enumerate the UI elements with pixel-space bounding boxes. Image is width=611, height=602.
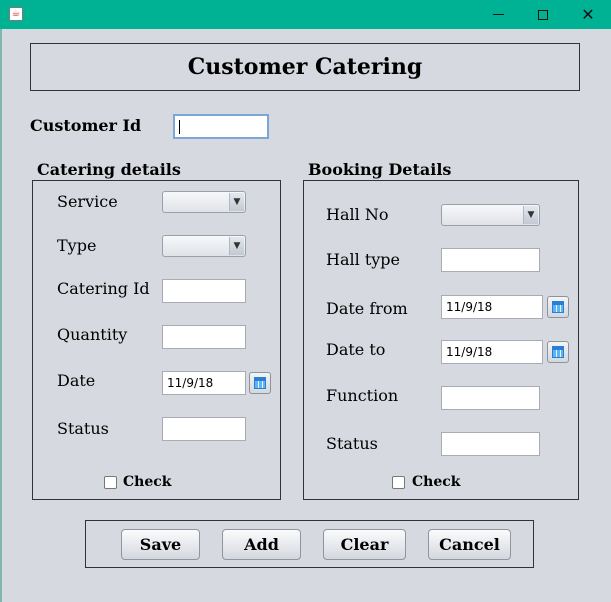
date-label: Date (57, 371, 96, 390)
clear-button[interactable]: Clear (323, 529, 406, 560)
chevron-down-icon: ▼ (229, 193, 244, 211)
maximize-icon (538, 9, 548, 20)
customer-id-input[interactable] (173, 114, 269, 139)
text-caret (179, 119, 180, 134)
add-button[interactable]: Add (222, 529, 301, 560)
booking-status-label: Status (326, 434, 378, 453)
booking-check-label: Check (412, 474, 461, 490)
type-label: Type (57, 236, 97, 255)
header-panel: Customer Catering (30, 43, 580, 91)
date-picker-button[interactable] (249, 372, 271, 394)
catering-check-label: Check (123, 474, 172, 490)
customer-id-label: Customer Id (30, 116, 142, 135)
date-from-picker-button[interactable] (547, 296, 569, 318)
window-edge (0, 29, 2, 602)
minimize-icon (492, 14, 504, 15)
function-label: Function (326, 386, 399, 405)
status-input[interactable] (162, 417, 246, 441)
chevron-down-icon: ▼ (229, 237, 244, 255)
date-from-label: Date from (326, 299, 408, 318)
page-title: Customer Catering (187, 54, 423, 80)
chevron-down-icon: ▼ (523, 206, 538, 224)
catering-id-label: Catering Id (57, 279, 150, 298)
date-to-input[interactable]: 11/9/18 (441, 340, 543, 364)
service-select[interactable]: ▼ (162, 191, 246, 213)
date-to-picker-button[interactable] (547, 341, 569, 363)
window-titlebar: ☕ ✕ (0, 0, 611, 29)
close-button[interactable]: ✕ (565, 0, 611, 29)
minimize-button[interactable] (475, 0, 521, 29)
date-input[interactable]: 11/9/18 (162, 371, 246, 395)
catering-id-input[interactable] (162, 279, 246, 303)
quantity-input[interactable] (162, 325, 246, 349)
type-select[interactable]: ▼ (162, 235, 246, 257)
booking-details-title: Booking Details (308, 160, 452, 179)
java-app-icon: ☕ (9, 7, 23, 21)
calendar-icon (552, 301, 564, 313)
cancel-button[interactable]: Cancel (428, 529, 511, 560)
date-from-input[interactable]: 11/9/18 (441, 295, 543, 319)
catering-details-title: Catering details (37, 160, 181, 179)
hall-type-label: Hall type (326, 250, 400, 269)
hall-type-input[interactable] (441, 248, 540, 272)
catering-check-checkbox[interactable] (104, 476, 117, 489)
close-icon: ✕ (581, 5, 595, 24)
booking-check-checkbox[interactable] (392, 476, 405, 489)
date-to-label: Date to (326, 340, 386, 359)
save-button[interactable]: Save (121, 529, 200, 560)
quantity-label: Quantity (57, 325, 128, 344)
hall-no-select[interactable]: ▼ (441, 204, 540, 226)
hall-no-label: Hall No (326, 205, 389, 224)
maximize-button[interactable] (520, 0, 566, 29)
calendar-icon (552, 346, 564, 358)
function-input[interactable] (441, 386, 540, 410)
status-label: Status (57, 419, 109, 438)
service-label: Service (57, 192, 118, 211)
booking-status-input[interactable] (441, 432, 540, 456)
calendar-icon (254, 377, 266, 389)
